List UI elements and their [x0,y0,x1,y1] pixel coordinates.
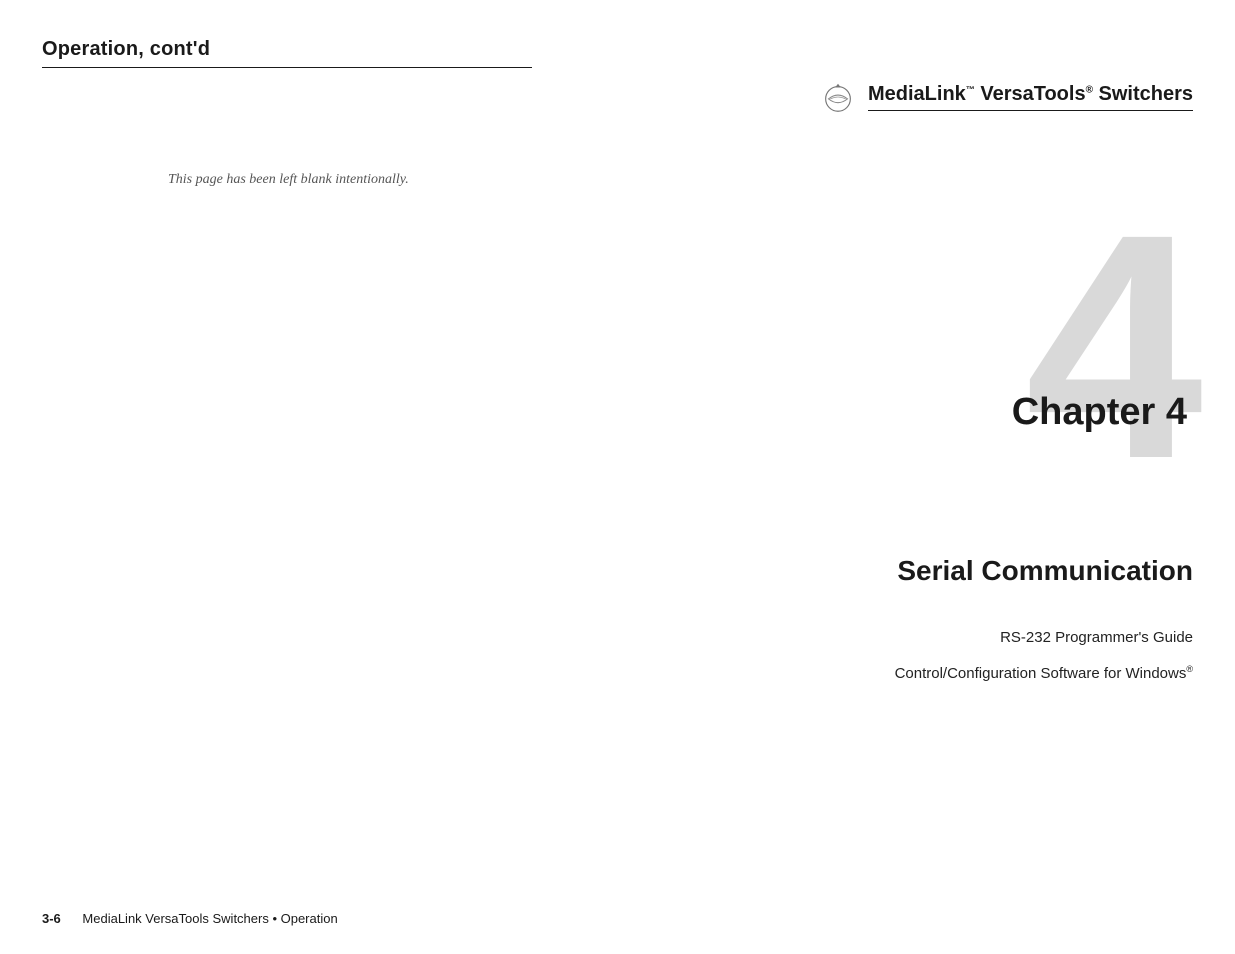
brand-switchers: Switchers [1093,83,1193,105]
left-page-header: Operation, cont'd [42,38,532,68]
chapter-label: Chapter 4 [1012,391,1187,434]
brand-versatools: VersaTools [975,83,1086,105]
registered-symbol: ® [1086,84,1093,95]
registered-symbol: ® [1186,664,1193,674]
footer-text: MediaLink VersaTools Switchers • Operati… [82,911,337,926]
chapter-subtopics: RS-232 Programmer's Guide Control/Config… [895,620,1193,692]
brand-medialink: MediaLink [868,83,966,105]
right-page-header: MediaLink™ VersaTools® Switchers [818,78,1193,116]
chapter-big-number: 4 [1025,210,1193,482]
header-rule [42,67,532,68]
subtopic-item: Control/Configuration Software for Windo… [895,656,1193,692]
chapter-section-title: Serial Communication [897,555,1193,587]
left-page: Operation, cont'd This page has been lef… [0,0,617,954]
trademark-symbol: ™ [966,84,975,94]
right-page: MediaLink™ VersaTools® Switchers 4 Chapt… [617,0,1235,954]
left-footer: 3-6 MediaLink VersaTools Switchers • Ope… [42,911,338,926]
two-page-spread: Operation, cont'd This page has been lef… [0,0,1235,954]
blank-page-notice: This page has been left blank intentiona… [168,172,409,188]
subtopic-item: RS-232 Programmer's Guide [895,620,1193,656]
subtopic-text: Control/Configuration Software for Windo… [895,665,1187,682]
page-number: 3-6 [42,911,61,926]
extron-seal-icon [818,78,858,116]
left-header-title: Operation, cont'd [42,38,532,67]
product-line-title: MediaLink™ VersaTools® Switchers [868,83,1193,111]
chapter-number-block: 4 Chapter 4 [1025,210,1193,482]
